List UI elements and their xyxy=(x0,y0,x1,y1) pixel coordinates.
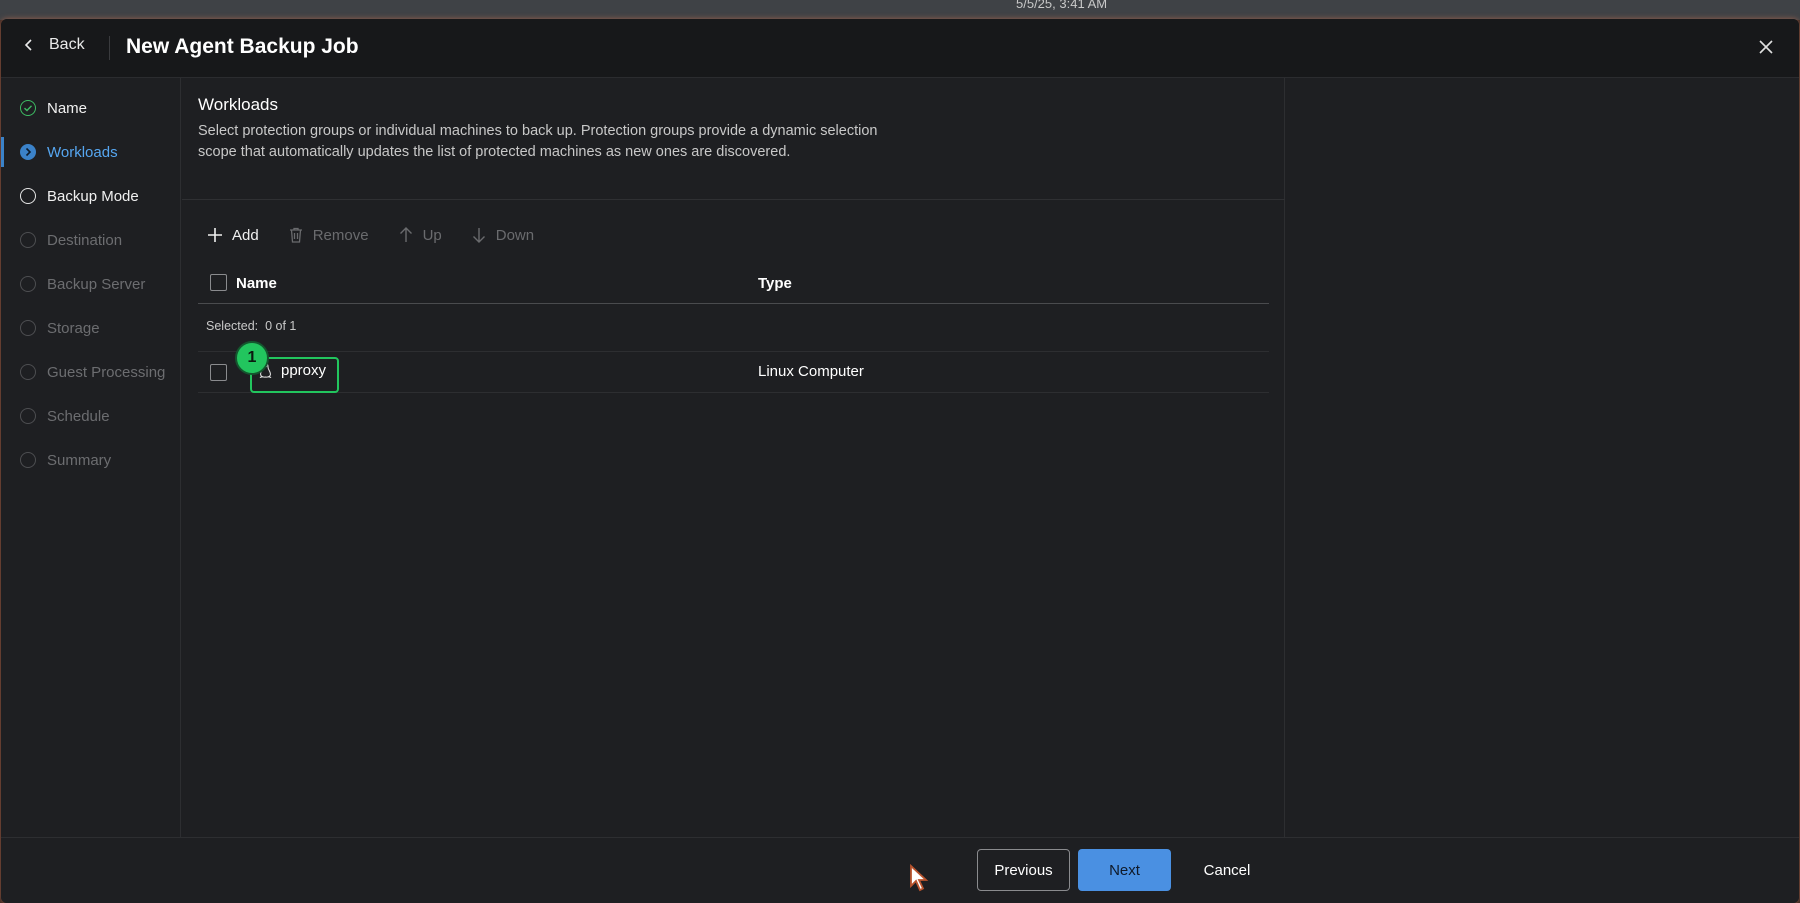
column-header-name[interactable]: Name xyxy=(236,275,277,292)
arrow-down-icon xyxy=(472,228,485,243)
close-icon[interactable] xyxy=(1757,38,1775,56)
add-button[interactable]: Add xyxy=(206,226,259,244)
back-button[interactable]: Back xyxy=(23,36,85,54)
chevron-left-icon xyxy=(24,39,32,51)
step-workloads[interactable]: Workloads xyxy=(1,133,181,171)
section-description: Select protection groups or individual m… xyxy=(198,123,878,160)
table-row[interactable]: pproxy Linux Computer 1 xyxy=(198,341,1269,393)
step-destination: Destination xyxy=(1,221,181,259)
annotation-badge: 1 xyxy=(235,341,269,375)
step-label: Destination xyxy=(47,231,123,249)
workloads-toolbar: Add Remove Up Down xyxy=(206,226,534,244)
wizard-steps-sidebar: Name Workloads Backup Mode Destination B… xyxy=(1,78,181,838)
step-name[interactable]: Name xyxy=(1,89,181,127)
step-label: Schedule xyxy=(47,407,110,425)
cancel-button[interactable]: Cancel xyxy=(1187,849,1267,891)
selected-label: Selected: xyxy=(206,319,259,333)
empty-circle-icon xyxy=(20,188,36,204)
step-label: Backup Mode xyxy=(47,187,139,205)
remove-label: Remove xyxy=(312,226,369,244)
header-divider xyxy=(109,36,110,60)
table-header: Name Type xyxy=(198,263,1269,304)
check-circle-icon xyxy=(20,100,36,116)
step-label: Name xyxy=(47,99,88,117)
chevron-circle-icon xyxy=(20,144,36,160)
up-button[interactable]: Up xyxy=(397,226,442,244)
step-label: Storage xyxy=(47,319,100,337)
step-summary: Summary xyxy=(1,441,181,479)
empty-circle-icon xyxy=(20,452,36,468)
up-label: Up xyxy=(422,226,442,244)
step-label: Summary xyxy=(47,451,112,469)
row-name-cell: pproxy xyxy=(258,362,326,379)
step-label: Workloads xyxy=(47,143,118,161)
empty-circle-icon xyxy=(20,364,36,380)
step-backup-server: Backup Server xyxy=(1,265,181,303)
dialog-header: Back New Agent Backup Job xyxy=(1,19,1799,78)
empty-circle-icon xyxy=(20,408,36,424)
select-all-checkbox[interactable] xyxy=(210,274,227,291)
step-schedule: Schedule xyxy=(1,397,181,435)
empty-circle-icon xyxy=(20,320,36,336)
empty-circle-icon xyxy=(20,232,36,248)
step-backup-mode[interactable]: Backup Mode xyxy=(1,177,181,215)
back-label: Back xyxy=(49,36,85,53)
dialog-footer: Previous Next Cancel xyxy=(1,837,1799,903)
selection-count: Selected: 0 of 1 xyxy=(206,319,296,333)
empty-circle-icon xyxy=(20,276,36,292)
step-guest-processing: Guest Processing xyxy=(1,353,181,391)
page-title: New Agent Backup Job xyxy=(126,35,359,58)
next-button[interactable]: Next xyxy=(1078,849,1171,891)
section-title: Workloads xyxy=(198,95,278,114)
trash-icon xyxy=(289,227,302,243)
row-name: pproxy xyxy=(281,362,327,379)
remove-button[interactable]: Remove xyxy=(287,226,369,244)
step-storage: Storage xyxy=(1,309,181,347)
row-type: Linux Computer xyxy=(758,363,864,380)
step-label: Guest Processing xyxy=(47,363,166,381)
top-strip: 5/5/25, 3:41 AM xyxy=(0,0,1800,20)
section-divider xyxy=(182,199,1285,200)
column-header-type[interactable]: Type xyxy=(758,275,792,292)
down-button[interactable]: Down xyxy=(470,226,534,244)
top-strip-timestamp: 5/5/25, 3:41 AM xyxy=(1016,0,1108,11)
add-label: Add xyxy=(232,226,259,244)
row-checkbox[interactable] xyxy=(210,364,227,381)
new-agent-backup-job-dialog: Back New Agent Backup Job Name Workloads… xyxy=(1,19,1799,903)
plus-icon xyxy=(208,228,222,242)
arrow-up-icon xyxy=(399,227,412,242)
step-label: Backup Server xyxy=(47,275,146,293)
selected-value: 0 of 1 xyxy=(265,319,297,333)
previous-button[interactable]: Previous xyxy=(977,849,1070,891)
mouse-cursor-icon xyxy=(910,864,929,892)
workloads-panel: Workloads Select protection groups or in… xyxy=(182,78,1285,838)
down-label: Down xyxy=(495,226,535,244)
